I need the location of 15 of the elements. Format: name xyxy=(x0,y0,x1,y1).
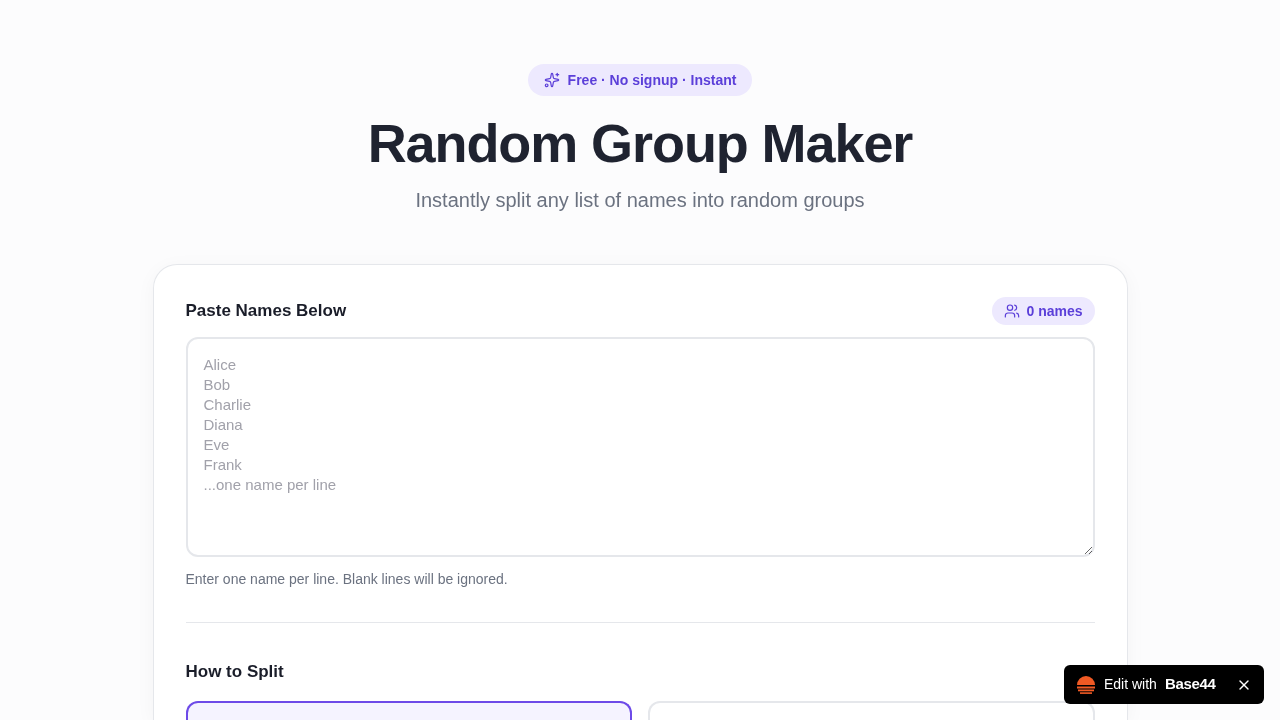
edit-label: Edit with xyxy=(1104,675,1157,694)
page-title: Random Group Maker xyxy=(367,112,913,175)
sparkle-icon xyxy=(543,72,560,88)
section-heading: Paste Names Below xyxy=(185,300,347,323)
users-icon xyxy=(1004,303,1021,319)
split-option-card[interactable] xyxy=(185,701,632,720)
input-hint: Enter one name per line. Blank lines will be ignored. xyxy=(185,570,509,589)
edit-badge[interactable]: Edit with Base44 xyxy=(1064,665,1264,704)
sun-logo-icon xyxy=(1076,674,1096,695)
section-heading: How to Split xyxy=(185,661,285,683)
brand-name: Base44 xyxy=(1164,674,1216,695)
names-input-field[interactable]: Alice Bob Charlie Diana Eve Frank ...one name per line xyxy=(185,337,1095,557)
page-subtitle: Instantly split any list of names into random groups xyxy=(415,188,865,213)
name-count-badge: 0 names xyxy=(992,297,1095,325)
feature-badge: Free · No signup · Instant xyxy=(527,64,753,96)
